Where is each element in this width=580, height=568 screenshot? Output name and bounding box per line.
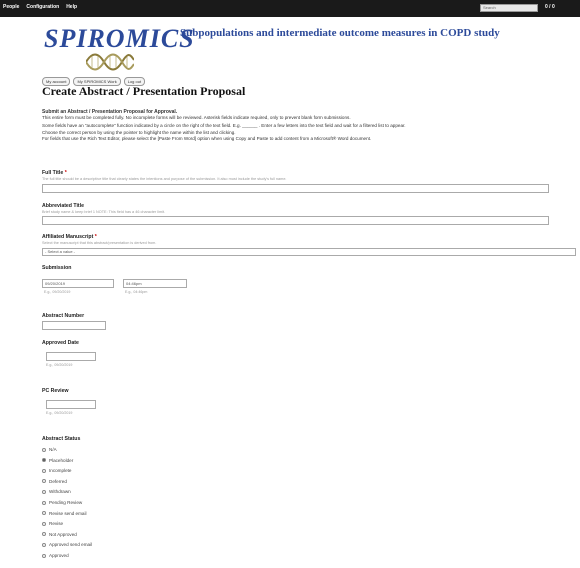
status-option[interactable]: Pending Review [42, 500, 82, 505]
menu-configuration[interactable]: Configuration [26, 4, 59, 10]
status-option-label: Incomplete [49, 468, 72, 474]
approved-date-input[interactable] [46, 352, 96, 361]
spiromics-logo[interactable]: SPIROMICS [44, 24, 195, 71]
pc-review-label: PC Review [42, 388, 69, 394]
radio-button[interactable] [42, 468, 46, 473]
site-tagline: Subpopulations and intermediate outcome … [180, 27, 500, 39]
status-option[interactable]: Revise send email [42, 511, 87, 516]
full-title-label: Full Title * [42, 170, 67, 176]
logo-text: SPIROMICS [44, 24, 195, 53]
search-input[interactable]: Search [480, 4, 538, 12]
radio-button[interactable] [42, 458, 46, 463]
status-option[interactable]: Placeholder [42, 458, 73, 463]
top-menu: People Configuration Help [3, 4, 77, 10]
status-option[interactable]: Not Approved [42, 532, 77, 537]
status-option-label: Pending Review [49, 500, 83, 505]
status-option[interactable]: Approved [42, 553, 69, 558]
radio-button[interactable] [42, 532, 46, 537]
status-option[interactable]: Revise [42, 521, 63, 526]
status-option-label: Approved send email [49, 542, 93, 548]
status-option-label: Placeholder [49, 457, 74, 463]
status-option-label: Not Approved [49, 531, 77, 537]
status-option[interactable]: Incomplete [42, 468, 71, 473]
instructions-line: For fields that use the Rich Text Editor… [42, 135, 372, 141]
status-option-label: Deferred [49, 478, 67, 484]
submission-time-hint: E.g., 04:46pm [125, 290, 148, 294]
affiliated-manuscript-label: Affiliated Manuscript * [42, 234, 97, 240]
status-option-label: Revise send email [49, 510, 87, 516]
status-option-label: Approved [49, 553, 69, 558]
menu-people[interactable]: People [3, 4, 19, 10]
full-title-input[interactable] [42, 184, 549, 193]
top-menu-bar: People Configuration Help Search 0 / 0 [0, 0, 580, 17]
full-title-help: The full title should be a descriptive t… [42, 177, 287, 181]
abstract-number-input[interactable] [42, 321, 106, 330]
page-title: Create Abstract / Presentation Proposal [42, 84, 246, 98]
abbreviated-title-help: Brief study name & keep brief 1 NOTE: Th… [42, 210, 166, 214]
status-option[interactable]: Withdrawn [42, 489, 71, 494]
dna-helix-icon [86, 53, 134, 71]
approved-date-hint: E.g., 09/20/2019 [46, 363, 73, 367]
status-option-label: Revise [49, 521, 64, 527]
radio-button[interactable] [42, 511, 46, 516]
counter-text: 0 / 0 [545, 4, 555, 10]
status-option[interactable]: Deferred [42, 479, 67, 484]
affiliated-manuscript-help: Select the manuscript that this abstract… [42, 241, 157, 245]
radio-button[interactable] [42, 500, 46, 505]
radio-button[interactable] [42, 553, 46, 558]
submission-label: Submission [42, 265, 72, 271]
abbreviated-title-label: Abbreviated Title [42, 203, 84, 209]
radio-button[interactable] [42, 521, 46, 526]
radio-button[interactable] [42, 479, 46, 484]
submission-date-hint: E.g., 09/20/2019 [44, 290, 71, 294]
status-option-label: N/A [49, 447, 57, 452]
pc-review-input[interactable] [46, 400, 96, 409]
radio-button[interactable] [42, 542, 46, 547]
menu-help[interactable]: Help [66, 4, 77, 10]
abstract-number-label: Abstract Number [42, 313, 85, 319]
form-instructions: Submit an Abstract / Presentation Propos… [42, 109, 572, 142]
pc-review-hint: E.g., 09/20/2019 [46, 411, 73, 415]
status-option[interactable]: N/A [42, 447, 57, 452]
abbreviated-title-input[interactable] [42, 216, 549, 225]
status-option[interactable]: Approved send email [42, 542, 92, 547]
status-option-label: Withdrawn [49, 489, 71, 495]
approved-date-label: Approved Date [42, 340, 79, 346]
submission-time-input[interactable]: 04:46pm [123, 279, 187, 288]
affiliated-manuscript-select[interactable]: - Select a value - [42, 248, 576, 256]
submission-date-input[interactable]: 09/20/2019 [42, 279, 114, 288]
radio-button[interactable] [42, 447, 46, 452]
radio-button[interactable] [42, 489, 46, 494]
abstract-status-label: Abstract Status [42, 436, 81, 442]
